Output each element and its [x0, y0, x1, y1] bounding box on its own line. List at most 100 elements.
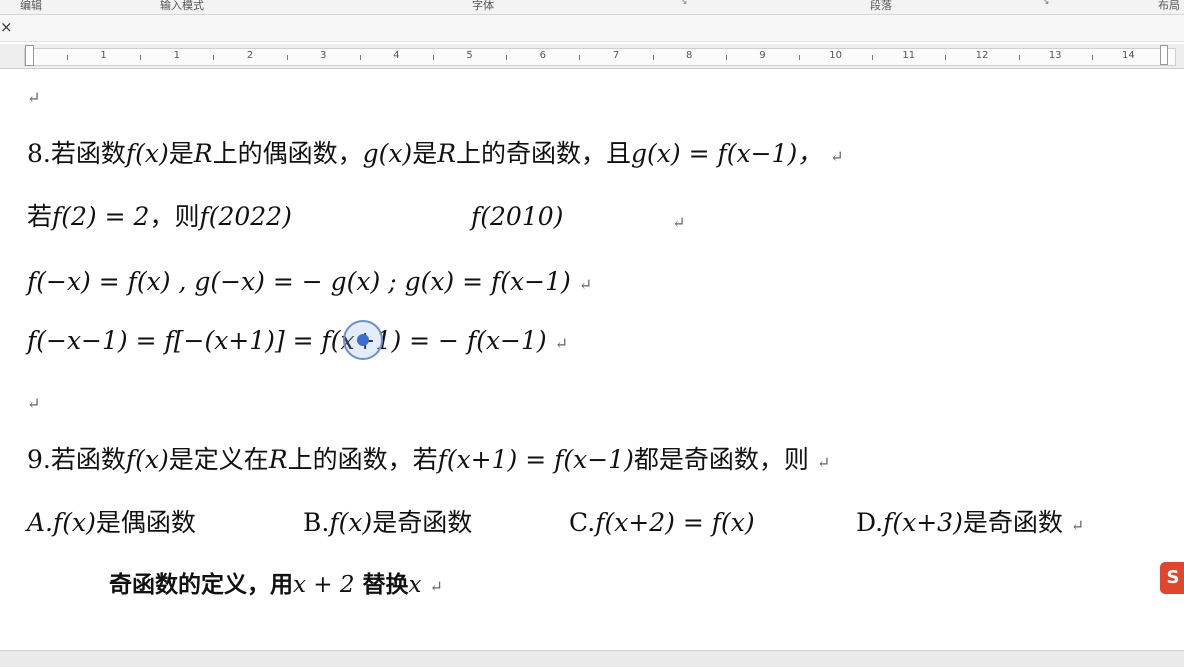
q8b-f2010: f(2010) — [471, 202, 564, 231]
option-a-text: 是偶函数 — [95, 508, 196, 537]
q9-text-2: 上的函数，若 — [287, 445, 438, 474]
q9-prefix: 9.若函数 — [27, 445, 126, 474]
ruler-number: 4 — [393, 50, 400, 61]
ribbon-label-layout: 布局 — [1158, 0, 1180, 12]
option-c-letter: C. — [569, 508, 596, 537]
q8-gx: g(x) — [362, 139, 413, 168]
paragraph-mark-icon: ↵ — [27, 88, 41, 107]
q8-fx: f(x) — [125, 139, 169, 168]
paragraph-mark: ↵ — [27, 80, 40, 113]
derivation-line-2: f(−x−1) = f[−(x+1)] = f(x+1) = − f(x−1) … — [27, 326, 568, 359]
ruler-number: 5 — [466, 50, 473, 61]
q8-R2: R — [437, 139, 457, 168]
q9-text-3: 都是奇函数，则 — [633, 445, 809, 474]
note-text-1: 奇函数的定义，用 — [109, 571, 293, 598]
option-d: D.f(x+3)是奇函数 ↵ — [856, 508, 1084, 541]
q9-R: R — [268, 445, 288, 474]
ruler-tick — [433, 55, 434, 60]
ruler-number: 7 — [612, 50, 620, 61]
paragraph-mark-icon: ↵ — [1070, 516, 1085, 535]
q8-text-3: 是 — [412, 139, 438, 168]
paragraph-mark-icon: ↵ — [429, 577, 443, 596]
q8b-f2022: f(2022) — [199, 202, 292, 231]
ruler-tick — [1091, 55, 1093, 60]
paragraph-dialog-launcher-icon[interactable]: ↘ — [1042, 0, 1050, 7]
option-b-text: 是奇函数 — [372, 508, 473, 537]
derivation-1: f(−x) = f(x) , g(−x) = − g(x) ; g(x) = f… — [27, 267, 571, 296]
ruler-track: 1123456789101112131415 — [24, 48, 1176, 66]
ruler-tick — [799, 55, 800, 60]
q9-fx: f(x) — [125, 445, 169, 474]
note-text-2: 替换 — [362, 571, 409, 598]
font-dialog-launcher-icon[interactable]: ↘ — [680, 0, 688, 7]
q9-equation: f(x+1) = f(x−1) — [437, 445, 634, 474]
ruler-number: 9 — [759, 50, 766, 61]
ruler-number: 1 — [100, 50, 107, 61]
ruler-number: 13 — [1048, 50, 1062, 61]
ruler-number: 3 — [320, 50, 327, 61]
option-d-letter: D. — [856, 508, 884, 537]
option-c: C.f(x+2) = f(x) — [569, 508, 755, 538]
question-8-line-1: 8.若函数f(x)是R上的偶函数，g(x)是R上的奇函数，且g(x) = f(x… — [27, 139, 844, 172]
ruler-number: 2 — [246, 50, 254, 61]
ruler-tick — [1018, 55, 1020, 60]
annotation-note: 奇函数的定义，用x + 2 替换x ↵ — [109, 570, 443, 602]
horizontal-ruler[interactable]: 1123456789101112131415 — [0, 44, 1184, 69]
ruler-tick — [359, 55, 361, 60]
ruler-number: 11 — [902, 50, 916, 61]
q8b-text-1: 若 — [27, 202, 53, 231]
derivation-line-1: f(−x) = f(x) , g(−x) = − g(x) ; g(x) = f… — [27, 267, 592, 300]
paragraph-mark-icon: ↵ — [554, 334, 569, 353]
option-d-f: f(x+3) — [883, 508, 963, 537]
paragraph-mark-icon: ↵ — [830, 147, 844, 166]
ribbon-label-font: 字体 — [472, 0, 494, 12]
derivation-2: f(−x−1) = f[−(x+1)] = f(x+1) = − f(x−1) — [27, 326, 547, 355]
mouse-pointer-icon — [357, 334, 369, 346]
ribbon-label-input-mode: 输入模式 — [160, 0, 204, 12]
ribbon-label-paragraph: 段落 — [870, 0, 892, 12]
note-expr: x + 2 — [293, 572, 355, 598]
wps-logo-icon: S — [1160, 562, 1184, 594]
ruler-number: 14 — [1122, 50, 1135, 61]
q9-text-1: 是定义在 — [168, 445, 269, 474]
ruler-number: 8 — [686, 50, 693, 61]
ruler-tick — [140, 55, 142, 60]
paragraph-mark: ↵ — [672, 205, 685, 238]
tab-bar — [0, 15, 1184, 42]
ribbon-label-edit: 编辑 — [20, 0, 42, 12]
ruler-tick — [286, 55, 288, 60]
option-a-f: f(x) — [53, 508, 96, 537]
q8-text-2: 上的偶函数， — [212, 139, 363, 168]
option-b: B.f(x)是奇函数 — [303, 508, 472, 538]
close-icon[interactable]: × — [0, 18, 13, 36]
ribbon-group-labels: 编辑 输入模式 字体 ↘ 段落 ↘ 布局 — [0, 0, 1184, 15]
ruler-number: 12 — [975, 50, 989, 61]
q8-text-1: 是 — [168, 139, 194, 168]
ruler-number: 10 — [829, 50, 842, 61]
question-9-line: 9.若函数f(x)是定义在R上的函数，若f(x+1) = f(x−1)都是奇函数… — [27, 445, 830, 478]
ruler-tick — [872, 55, 874, 60]
paragraph-mark-icon: ↵ — [672, 213, 686, 232]
right-indent-marker[interactable] — [1160, 45, 1168, 65]
paragraph-mark: ↵ — [27, 386, 40, 419]
paragraph-mark-icon: ↵ — [578, 275, 593, 294]
ruler-tick — [652, 55, 654, 60]
q8-prefix: 8.若函数 — [27, 139, 126, 168]
option-a-letter: A. — [27, 508, 54, 537]
ruler-number: 6 — [539, 50, 546, 61]
q8-text-4: 上的奇函数，且 — [456, 139, 632, 168]
option-a: A.f(x)是偶函数 — [27, 508, 196, 538]
ruler-tick — [213, 55, 215, 60]
left-indent-marker[interactable] — [25, 45, 34, 66]
ruler-tick — [67, 55, 68, 60]
note-x: x — [408, 572, 422, 598]
q8b-text-2: ，则 — [149, 202, 200, 231]
q8-equation: g(x) = f(x−1)， — [631, 139, 823, 168]
ruler-tick — [579, 55, 581, 60]
paragraph-mark-icon: ↵ — [816, 453, 831, 472]
question-8-line-2: 若f(2) = 2，则f(2022) — [27, 202, 292, 232]
option-b-f: f(x) — [329, 508, 373, 537]
option-c-f: f(x+2) = f(x) — [595, 508, 755, 537]
q8-R1: R — [193, 139, 213, 168]
ruler-tick — [945, 55, 947, 60]
